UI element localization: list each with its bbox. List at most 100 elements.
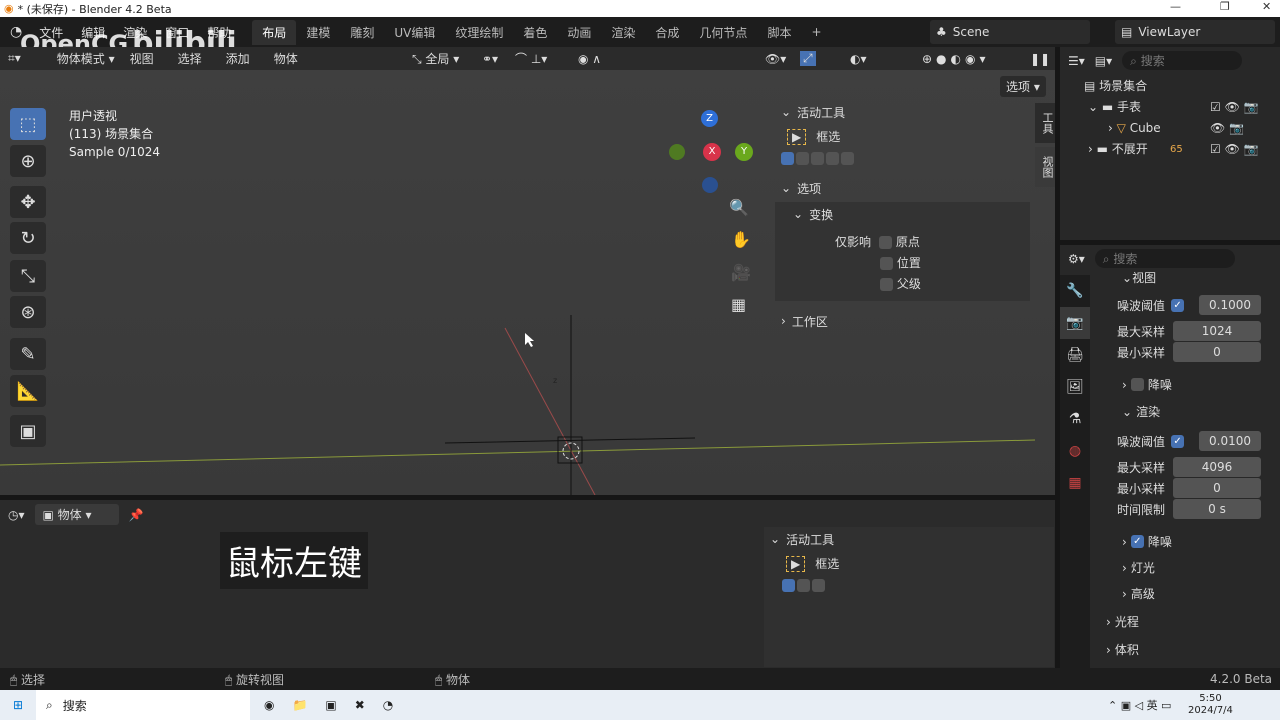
viewport-min-field[interactable]: 0 xyxy=(1173,342,1261,362)
render-noise-field[interactable]: 0.0100 xyxy=(1199,431,1261,451)
tab-geometry-nodes[interactable]: 几何节点 xyxy=(689,20,757,45)
pivot-selector[interactable]: ⚭▾ xyxy=(482,52,498,66)
outliner-type-icon[interactable]: ☰▾ xyxy=(1068,54,1085,68)
select-mode-row[interactable] xyxy=(775,149,1030,168)
measure-tool[interactable]: 📐 xyxy=(10,375,46,407)
gizmo-y[interactable]: Y xyxy=(735,143,753,161)
output-tab-icon[interactable]: 🖨 xyxy=(1060,339,1090,371)
scene-selector[interactable]: ♣ Scene xyxy=(930,20,1090,44)
shading-modes[interactable]: ⊕●◐◉▾ xyxy=(922,52,990,66)
outliner-search[interactable]: ⌕ 搜索 xyxy=(1122,51,1243,70)
zoom-icon[interactable]: 🔍 xyxy=(729,198,749,217)
outliner-item-cube[interactable]: › ▽ Cube 👁 📷 xyxy=(1060,118,1280,139)
gizmo-neg-z[interactable] xyxy=(702,177,718,193)
camera-icon[interactable]: 🎥 xyxy=(731,263,751,282)
snap-toggle[interactable]: ⌒ ⊥▾ xyxy=(515,50,547,67)
tab-uv-editing[interactable]: UV编辑 xyxy=(384,20,445,45)
npanel-tab-view[interactable]: 视图 xyxy=(1035,147,1055,187)
proportional-edit-toggle[interactable]: ◉ ∧ xyxy=(578,52,601,66)
bottom-tool-row[interactable]: ▶ 框选 xyxy=(764,551,1054,576)
texture-tab-icon[interactable]: ▦ xyxy=(1060,467,1090,499)
select-box-tool[interactable]: ⬚ xyxy=(10,108,46,140)
pause-render-button[interactable]: ❚❚ xyxy=(1030,52,1050,66)
active-tool-header[interactable]: ⌄ 活动工具 xyxy=(775,100,1030,124)
tab-texture-paint[interactable]: 纹理绘制 xyxy=(445,20,513,45)
options-dropdown[interactable]: 选项 ▾ xyxy=(1000,76,1046,97)
time-limit-field[interactable]: 0 s xyxy=(1173,499,1261,519)
scene-tab-icon[interactable]: ⚗ xyxy=(1060,403,1090,435)
advanced-section[interactable]: › 高级 xyxy=(1122,585,1280,602)
volumes-section[interactable]: › 体积 xyxy=(1106,641,1266,658)
gizmo-x[interactable]: X xyxy=(703,143,721,161)
ortho-grid-icon[interactable]: ▦ xyxy=(731,295,746,314)
render-max-field[interactable]: 4096 xyxy=(1173,457,1261,477)
tab-rendering[interactable]: 渲染 xyxy=(601,20,645,45)
rotate-tool[interactable]: ↻ xyxy=(10,222,46,254)
origin-option[interactable]: 仅影响 原点 xyxy=(835,232,1030,253)
orientation-selector[interactable]: ⤡ 全局 ▾ xyxy=(412,50,459,67)
gizmo-toggle[interactable]: ⤢ xyxy=(800,51,816,66)
tool-tab-icon[interactable]: 🔧 xyxy=(1060,275,1090,307)
bottom-select-modes[interactable] xyxy=(764,576,1054,595)
outliner-item-collapsed[interactable]: › ▬ 不展开 65 ☑ 👁 📷 xyxy=(1060,139,1280,160)
taskbar-search[interactable]: ⌕ 搜索 xyxy=(36,690,250,720)
render-section-header[interactable]: ⌄ 渲染 xyxy=(1122,403,1280,420)
minimize-button[interactable]: — xyxy=(1170,0,1181,13)
gizmo-neg-y[interactable] xyxy=(669,144,685,160)
menu-view[interactable]: 视图 xyxy=(121,50,163,67)
outliner-item-watch[interactable]: ⌄ ▬ 手表 ☑ 👁 📷 xyxy=(1060,97,1280,118)
properties-type-icon[interactable]: ⚙▾ xyxy=(1068,252,1085,266)
location-option[interactable]: 位置 xyxy=(835,253,1030,274)
tab-sculpting[interactable]: 雕刻 xyxy=(340,20,384,45)
viewport-max-field[interactable]: 1024 xyxy=(1173,321,1261,341)
view-layer-selector[interactable]: ▤ ViewLayer xyxy=(1115,20,1275,44)
viewport-noise-field[interactable]: 0.1000 xyxy=(1199,295,1261,315)
menu-select[interactable]: 选择 xyxy=(169,50,211,67)
tab-layout[interactable]: 布局 xyxy=(252,19,297,45)
npanel-tab-tool[interactable]: 工具 xyxy=(1035,103,1055,143)
workspace-header[interactable]: › 工作区 xyxy=(775,309,1030,333)
bottom-mode-selector[interactable]: ▣ 物体 ▾ xyxy=(34,504,119,525)
scene-collection-item[interactable]: ▤ 场景集合 xyxy=(1060,76,1280,97)
start-icon[interactable]: ⊞ xyxy=(0,698,36,712)
editor-type-icon[interactable]: ◷▾ xyxy=(8,508,25,522)
render-tab-icon[interactable]: 📷 xyxy=(1060,307,1090,339)
maximize-button[interactable]: ❐ xyxy=(1220,0,1230,13)
add-cube-tool[interactable]: ▣ xyxy=(10,415,46,447)
render-min-field[interactable]: 0 xyxy=(1173,478,1261,498)
lights-section[interactable]: › 灯光 xyxy=(1122,559,1280,576)
pan-hand-icon[interactable]: ✋ xyxy=(731,230,751,249)
transform-header[interactable]: ⌄ 变换 xyxy=(775,202,1030,226)
close-button[interactable]: ✕ xyxy=(1262,0,1271,13)
tab-modeling[interactable]: 建模 xyxy=(296,20,340,45)
cursor-tool[interactable]: ⊕ xyxy=(10,145,46,177)
world-tab-icon[interactable]: ◍ xyxy=(1060,435,1090,467)
properties-search[interactable]: ⌕ 搜索 xyxy=(1094,249,1235,268)
editor-type-icon[interactable]: ⌗▾ xyxy=(8,51,21,66)
render-denoise-row[interactable]: › ✓ 降噪 xyxy=(1122,533,1280,550)
tab-compositing[interactable]: 合成 xyxy=(645,20,689,45)
tray-icons[interactable]: ⌃ ▣ ◁ 英 ▭ xyxy=(1108,697,1171,713)
viewport-section-header[interactable]: ⌄ 视图 xyxy=(1122,269,1280,286)
options-header[interactable]: ⌄ 选项 xyxy=(775,176,1030,200)
tab-shading[interactable]: 着色 xyxy=(513,20,557,45)
clock[interactable]: 5:50 2024/7/4 xyxy=(1188,693,1233,717)
menu-add[interactable]: 添加 xyxy=(217,50,259,67)
tab-animation[interactable]: 动画 xyxy=(557,20,601,45)
annotate-tool[interactable]: ✎ xyxy=(10,338,46,370)
add-workspace-button[interactable]: + xyxy=(801,21,831,43)
menu-object[interactable]: 物体 xyxy=(265,50,307,67)
transform-tool[interactable]: ⊛ xyxy=(10,296,46,328)
gizmo-z[interactable]: Z xyxy=(701,110,718,127)
mode-selector[interactable]: 物体模式 ▾ xyxy=(57,50,115,67)
bottom-active-tool-header[interactable]: ⌄ 活动工具 xyxy=(764,527,1054,551)
light-paths-section[interactable]: › 光程 xyxy=(1106,613,1266,630)
scale-tool[interactable]: ⤡ xyxy=(10,260,46,292)
pin-icon[interactable]: 📌 xyxy=(129,508,144,522)
move-tool[interactable]: ✥ xyxy=(10,186,46,218)
overlay-toggle[interactable]: ◐▾ xyxy=(850,52,867,66)
taskbar-apps[interactable]: ◉📁▣✖◔ xyxy=(264,698,411,712)
parent-option[interactable]: 父级 xyxy=(835,274,1030,295)
visibility-icon[interactable]: 👁▾ xyxy=(765,52,786,66)
tab-scripting[interactable]: 脚本 xyxy=(757,20,801,45)
